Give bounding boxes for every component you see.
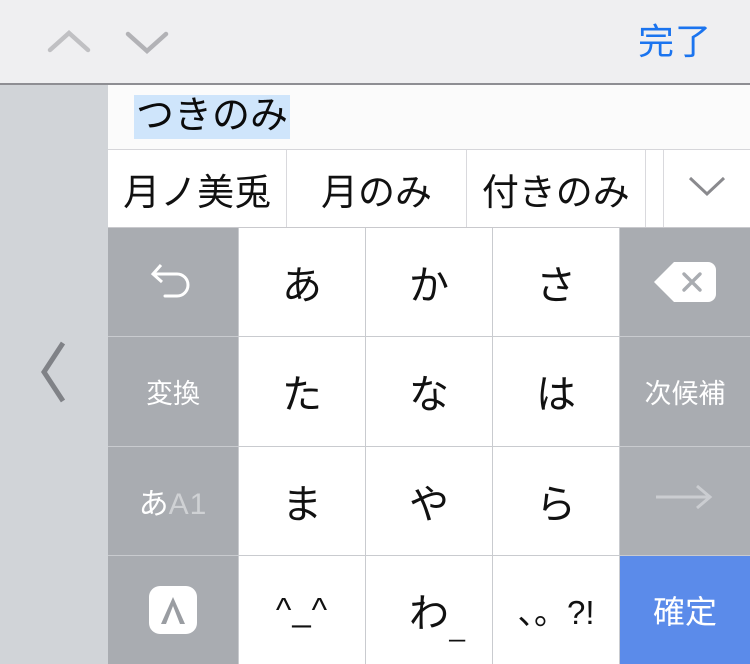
key-label: ^_^ — [275, 590, 329, 628]
composition-text: つきのみ — [134, 95, 291, 139]
key-ya[interactable]: や — [366, 446, 492, 555]
backspace-icon — [652, 258, 718, 306]
key-grid: あ か さ 変換 た な は 次候補 あ A1 ま や ら ^_^ わ _ 、。… — [108, 228, 750, 664]
key-sa[interactable]: さ — [493, 228, 619, 337]
key-wa[interactable]: わ _ — [366, 555, 492, 664]
key-label: さ — [536, 264, 576, 309]
candidate-item[interactable]: 月ノ美兎 — [108, 150, 288, 227]
chevron-left-icon — [37, 337, 71, 412]
key-label: 変換 — [146, 378, 200, 409]
composition-row[interactable]: つきのみ — [108, 85, 750, 150]
key-label: は — [536, 373, 576, 418]
input-mode-secondary: A1 — [168, 487, 208, 521]
done-button[interactable]: 完了 — [628, 18, 722, 66]
key-a[interactable]: あ — [239, 228, 365, 337]
key-sublabel: _ — [449, 610, 465, 642]
next-candidate-key[interactable]: 次候補 — [620, 337, 750, 446]
next-field-button[interactable] — [108, 11, 186, 73]
key-ma[interactable]: ま — [239, 446, 365, 555]
key-label: 確定 — [652, 593, 717, 630]
key-ta[interactable]: た — [239, 337, 365, 446]
key-label: た — [282, 373, 322, 418]
undo-arrow-icon — [147, 256, 199, 309]
cursor-right-key[interactable] — [620, 446, 750, 555]
key-label: か — [409, 264, 449, 309]
key-label: わ — [409, 591, 449, 636]
key-ra[interactable]: ら — [493, 446, 619, 555]
undo-key[interactable] — [108, 228, 238, 337]
collapse-handle[interactable] — [24, 330, 84, 420]
key-ha[interactable]: は — [493, 337, 619, 446]
key-label: 、。?! — [517, 593, 595, 631]
chevron-up-icon — [46, 28, 92, 56]
candidate-item[interactable]: 付きのみ — [467, 150, 646, 227]
backspace-key[interactable] — [620, 228, 750, 337]
candidate-bar-gap — [646, 150, 664, 227]
keyboard-panel: つきのみ 月ノ美兎 月のみ 付きのみ あ か さ 変換 た な は 次候補 あ … — [108, 85, 750, 664]
field-navigation-group — [30, 11, 186, 73]
keyboard-switch-key[interactable] — [108, 555, 238, 664]
confirm-key[interactable]: 確定 — [620, 555, 750, 664]
previous-field-button[interactable] — [30, 11, 108, 73]
key-na[interactable]: な — [366, 337, 492, 446]
input-mode-label: あ A1 — [139, 479, 208, 523]
key-label: 次候補 — [644, 378, 726, 409]
keyboard-collapse-sidebar[interactable] — [0, 85, 108, 664]
chevron-down-icon — [685, 173, 729, 204]
expand-candidates-button[interactable] — [663, 150, 750, 227]
input-mode-key[interactable]: あ A1 — [108, 446, 238, 555]
key-label: ら — [536, 482, 576, 527]
key-emoticon[interactable]: ^_^ — [239, 555, 365, 664]
key-punctuation[interactable]: 、。?! — [493, 555, 619, 664]
candidate-bar: 月ノ美兎 月のみ 付きのみ — [108, 150, 750, 228]
candidate-item[interactable]: 月のみ — [287, 150, 467, 227]
key-label: な — [409, 373, 449, 418]
key-label: や — [409, 482, 449, 527]
keyboard-screen: 完了 つきのみ 月ノ美兎 月のみ 付きのみ あ か さ 変換 た な は 次候補… — [0, 0, 750, 664]
key-ka[interactable]: か — [366, 228, 492, 337]
convert-key[interactable]: 変換 — [108, 337, 238, 446]
key-label: あ — [282, 264, 322, 309]
arrow-right-icon — [650, 482, 720, 519]
input-mode-primary: あ — [138, 487, 169, 521]
key-label: ま — [282, 482, 322, 527]
key-label-wrap: わ _ — [409, 581, 465, 642]
input-accessory-toolbar: 完了 — [0, 0, 750, 85]
atok-logo-icon — [149, 585, 197, 634]
chevron-down-icon — [124, 28, 170, 56]
